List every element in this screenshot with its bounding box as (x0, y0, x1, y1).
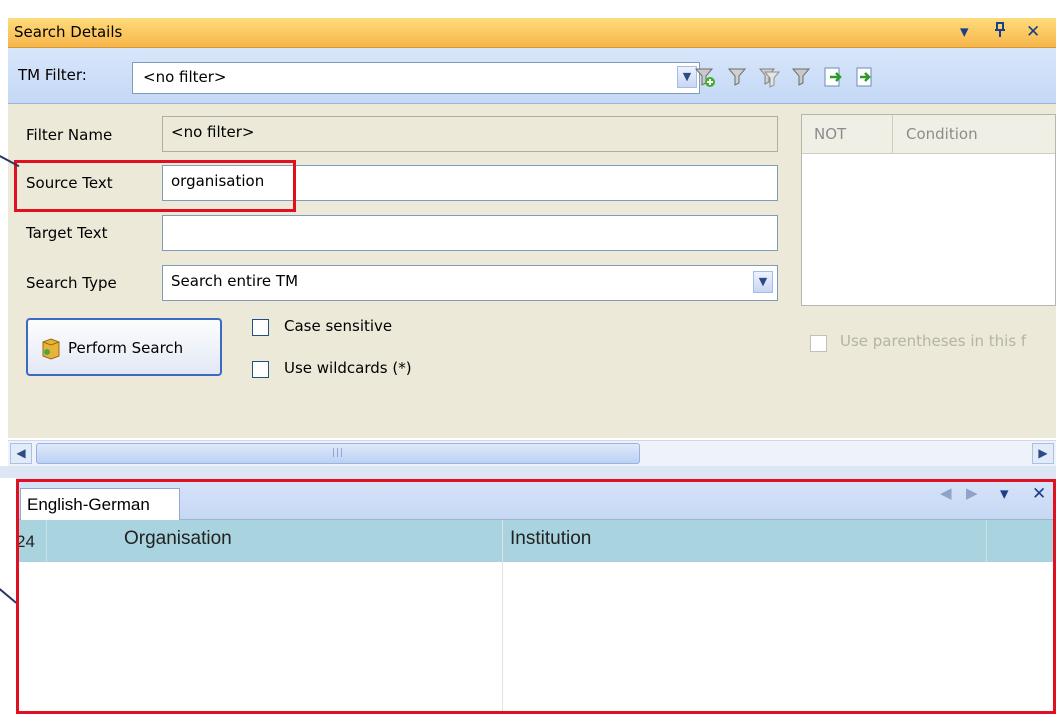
perform-search-label: Perform Search (68, 339, 184, 357)
case-sensitive-label: Case sensitive (284, 317, 393, 335)
panel-divider[interactable] (0, 466, 1056, 478)
use-wildcards-checkbox[interactable] (252, 361, 269, 378)
dropdown-icon[interactable]: ▾ (960, 22, 969, 42)
scroll-right-icon[interactable]: ▶ (1032, 443, 1054, 464)
search-type-select[interactable]: Search entire TM ▼ (162, 265, 778, 301)
search-db-icon (42, 338, 60, 360)
copy-filter-icon[interactable] (758, 66, 780, 88)
condition-grid-header: NOT Condition (802, 115, 1055, 154)
condition-column-header: Condition (906, 125, 978, 143)
tm-filter-select[interactable]: <no filter> ▼ (132, 62, 700, 94)
grip-icon: ||| (332, 448, 345, 458)
tm-filter-label: TM Filter: (18, 66, 87, 84)
search-form: Filter Name <no filter> Source Text orga… (8, 104, 1056, 438)
panel-title-bar: Search Details ▾ ✕ (8, 18, 1056, 48)
perform-search-button[interactable]: Perform Search (26, 318, 222, 376)
filter-name-label: Filter Name (26, 126, 113, 144)
results-highlight (16, 479, 1056, 714)
case-sensitive-checkbox[interactable] (252, 319, 269, 336)
pin-glyph (995, 22, 1005, 37)
callout-line (0, 588, 17, 604)
condition-grid[interactable]: NOT Condition (801, 114, 1056, 306)
tm-filter-value: <no filter> (143, 68, 227, 86)
search-type-value: Search entire TM (171, 272, 299, 290)
filter-name-value: <no filter> (171, 123, 255, 141)
import-filter-icon[interactable] (854, 66, 876, 88)
search-type-label: Search Type (26, 274, 117, 292)
delete-filter-icon[interactable] (790, 66, 812, 88)
filter-name-field: <no filter> (162, 116, 778, 152)
horizontal-scrollbar[interactable]: ◀ ||| ▶ (8, 440, 1056, 466)
target-text-label: Target Text (26, 224, 108, 242)
pin-icon[interactable] (994, 22, 1006, 42)
use-parentheses-label: Use parentheses in this f (840, 332, 1027, 350)
source-text-highlight (14, 160, 296, 212)
use-wildcards-label: Use wildcards (*) (284, 359, 412, 377)
column-separator (892, 115, 893, 153)
scroll-left-icon[interactable]: ◀ (10, 443, 32, 464)
export-filter-icon[interactable] (822, 66, 844, 88)
chevron-down-icon[interactable]: ▼ (753, 271, 773, 293)
filter-toolbar: TM Filter: <no filter> ▼ (8, 48, 1056, 104)
not-column-header: NOT (814, 125, 847, 143)
scrollbar-thumb[interactable]: ||| (36, 443, 640, 464)
close-icon[interactable]: ✕ (1026, 22, 1040, 42)
edit-filter-icon[interactable] (726, 66, 748, 88)
add-filter-icon[interactable] (694, 66, 716, 88)
target-text-input[interactable] (162, 215, 778, 251)
panel-title: Search Details (14, 23, 123, 41)
use-parentheses-checkbox (810, 335, 827, 352)
